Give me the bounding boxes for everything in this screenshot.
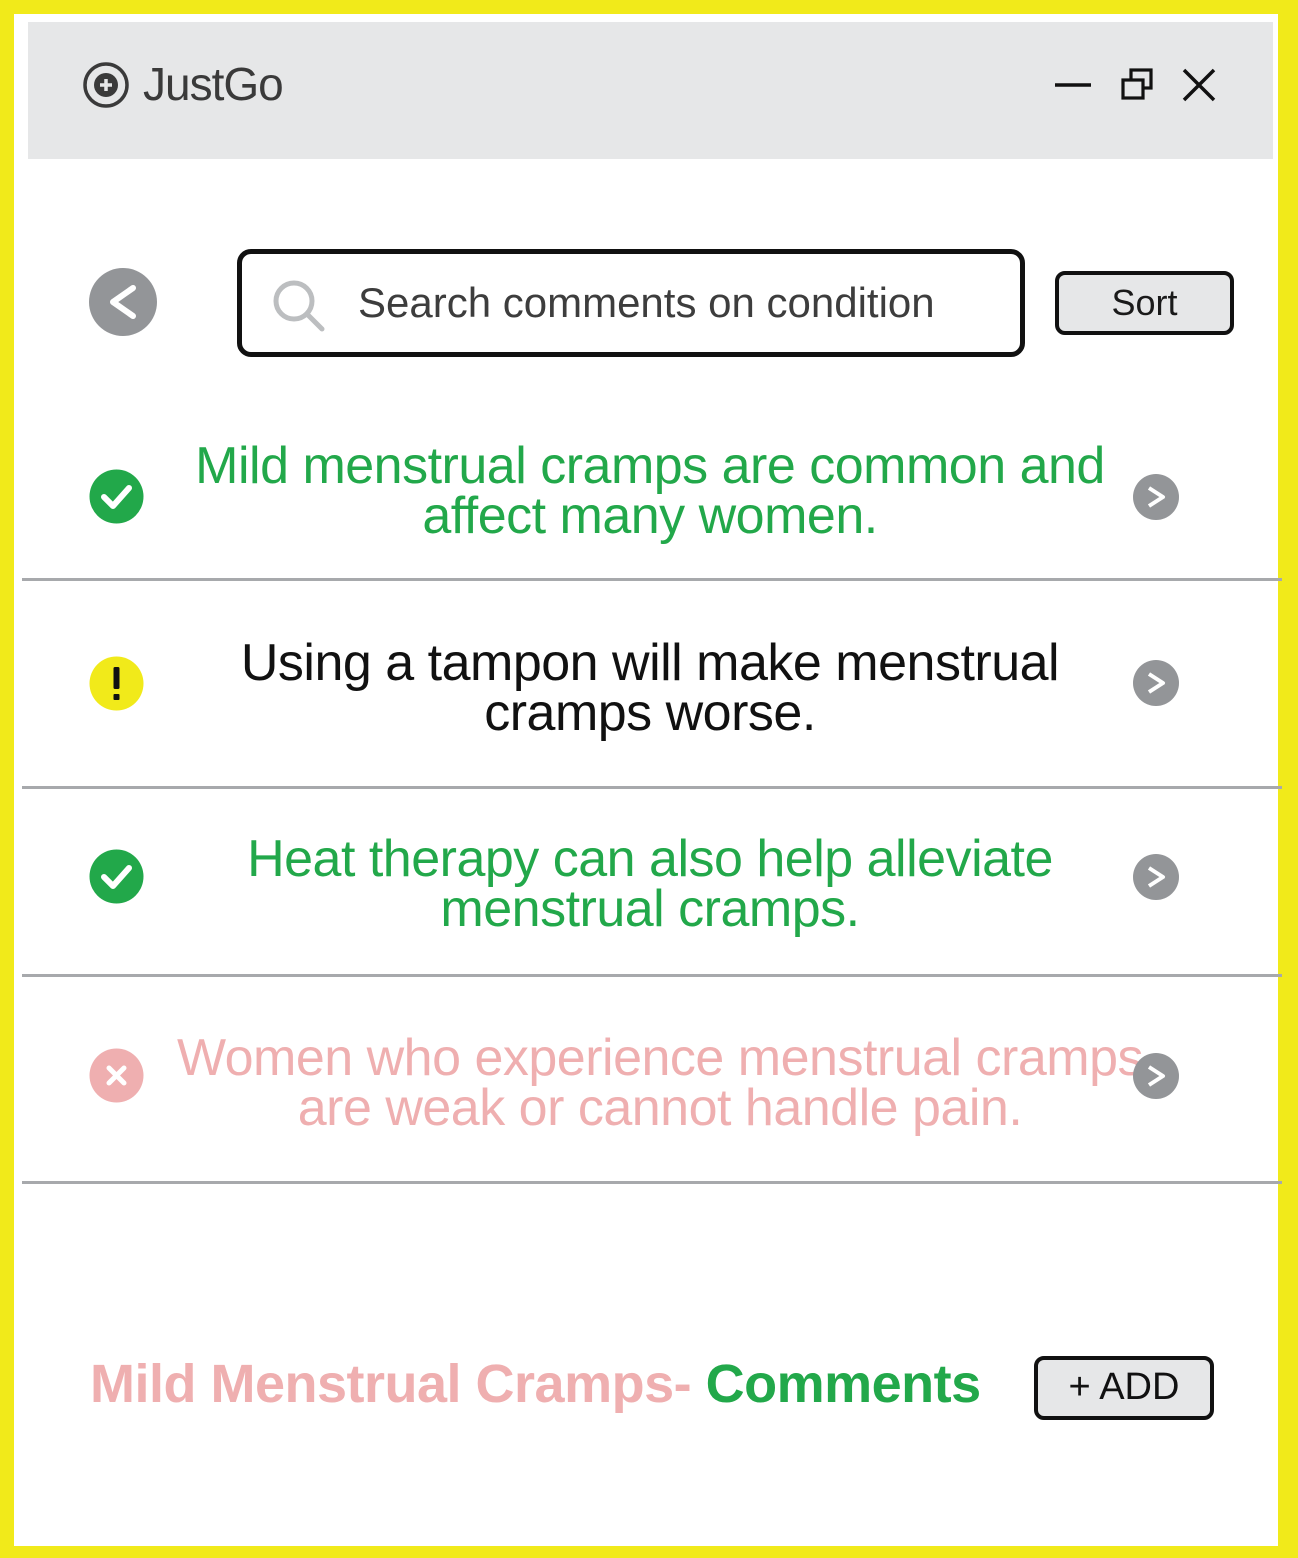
chevron-right-icon[interactable] xyxy=(1133,474,1179,520)
minimize-icon xyxy=(1055,83,1091,87)
search-placeholder[interactable]: Search comments on condition xyxy=(358,276,935,330)
comments-label: Comments xyxy=(705,1354,982,1414)
check-circle-icon xyxy=(89,469,144,524)
minimize-button[interactable] xyxy=(1046,58,1100,112)
list-item[interactable]: Using a tampon will make menstrual cramp… xyxy=(22,581,1282,786)
chevron-left-icon xyxy=(110,285,136,319)
app-title: JustGo xyxy=(143,58,284,110)
chevron-right-icon[interactable] xyxy=(1133,660,1179,706)
close-button[interactable] xyxy=(1172,58,1226,112)
list-item[interactable]: Mild menstrual cramps are common and aff… xyxy=(22,420,1282,580)
add-comment-button[interactable]: + ADD xyxy=(1034,1356,1214,1420)
chevron-right-icon[interactable] xyxy=(1133,854,1179,900)
condition-label: Mild Menstrual Cramps- xyxy=(90,1354,706,1414)
list-item[interactable]: Heat therapy can also help alleviate men… xyxy=(22,789,1282,974)
close-icon xyxy=(1182,68,1216,102)
restore-button[interactable] xyxy=(1111,58,1165,112)
comment-text: Heat therapy can also help alleviate men… xyxy=(247,830,1053,938)
comment-text: Women who experience menstrual cramps ar… xyxy=(176,1029,1144,1137)
back-button[interactable] xyxy=(89,268,157,336)
sort-button[interactable]: Sort xyxy=(1055,271,1234,335)
comment-text: Using a tampon will make menstrual cramp… xyxy=(240,634,1060,742)
comment-text: Mild menstrual cramps are common and aff… xyxy=(195,437,1105,545)
chevron-right-icon[interactable] xyxy=(1133,1053,1179,1099)
divider xyxy=(22,1181,1282,1184)
x-circle-icon xyxy=(89,1048,144,1103)
exclamation-circle-icon xyxy=(89,656,144,711)
page-title: Mild Menstrual Cramps- Comments xyxy=(90,1352,981,1416)
list-item[interactable]: Women who experience menstrual cramps ar… xyxy=(22,977,1282,1181)
check-circle-icon xyxy=(89,849,144,904)
circle-plus-icon xyxy=(83,62,129,108)
search-icon xyxy=(273,280,325,332)
restore-icon xyxy=(1121,68,1153,100)
